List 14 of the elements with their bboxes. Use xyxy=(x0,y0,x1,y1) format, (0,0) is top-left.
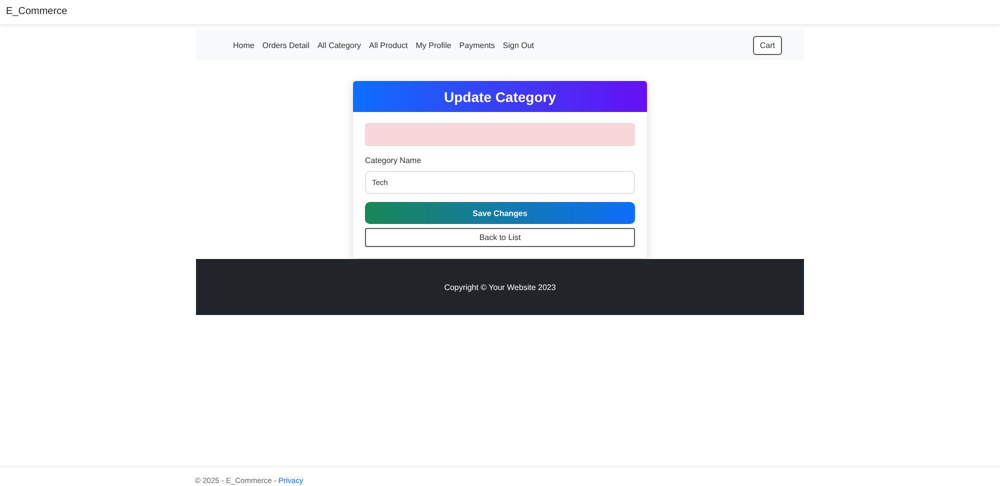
nav-link[interactable]: Sign Out xyxy=(502,40,534,50)
nav-link[interactable]: Payments xyxy=(459,40,495,50)
save-button[interactable]: Save Changes xyxy=(365,202,635,224)
nav-link[interactable]: All Category xyxy=(317,40,362,50)
nav-link[interactable]: All Product xyxy=(369,40,408,50)
nav-link[interactable]: Home xyxy=(233,40,254,50)
field-label: Category Name xyxy=(365,156,422,165)
nav-link[interactable]: Orders Detail xyxy=(262,40,310,50)
cart-button[interactable]: Cart xyxy=(752,36,782,54)
copyright-text: Copyright © Your Website 2023 xyxy=(444,282,556,292)
nav-link[interactable]: My Profile xyxy=(416,40,452,50)
brand-link[interactable]: E_Commerce xyxy=(6,6,68,17)
back-button[interactable]: Back to List xyxy=(365,228,635,247)
card-title: Update Category xyxy=(353,81,647,112)
